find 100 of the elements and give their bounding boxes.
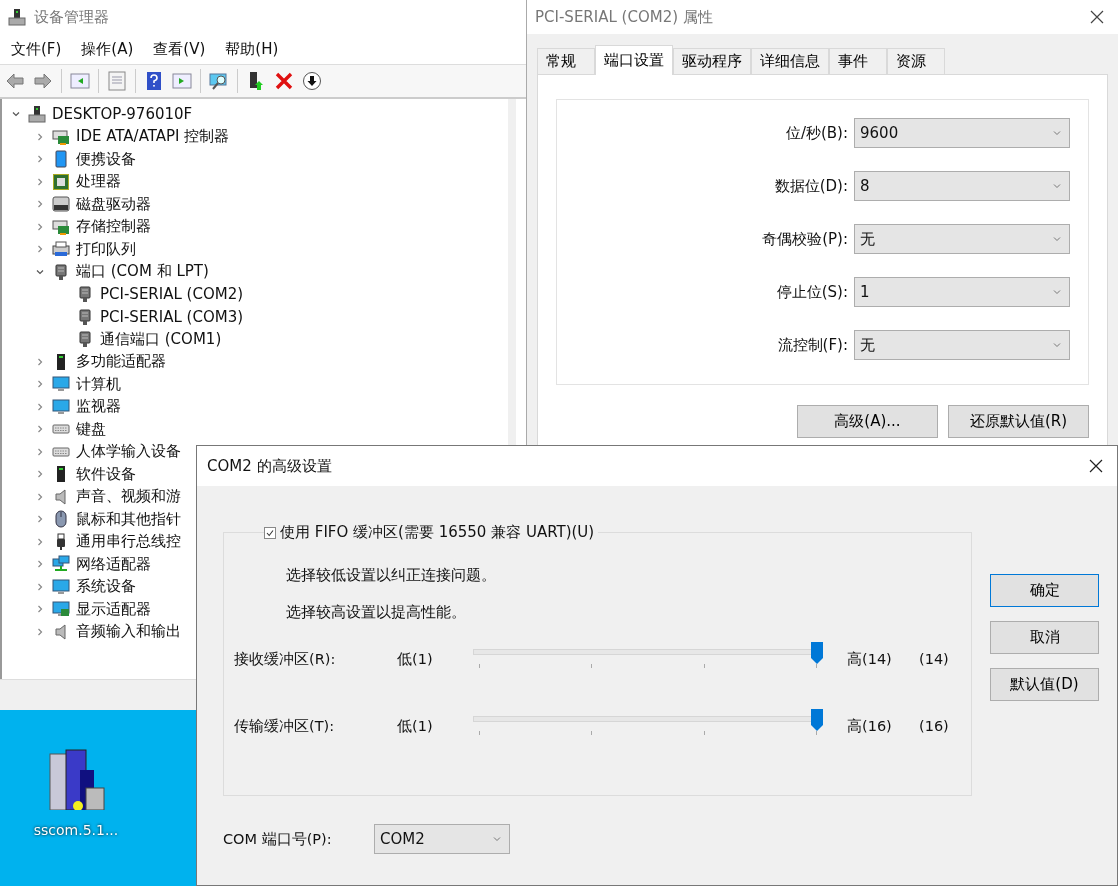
chevron-right-icon[interactable]	[35, 424, 45, 435]
tree-item[interactable]: 显示适配器	[76, 599, 151, 619]
hint-text: 选择较低设置以纠正连接问题。	[286, 566, 497, 585]
chevron-right-icon[interactable]	[35, 244, 45, 255]
tree-item[interactable]: 多功能适配器	[76, 352, 166, 372]
tab[interactable]: 驱动程序	[673, 48, 751, 74]
chevron-down-icon	[1053, 342, 1061, 348]
chevron-down-icon	[1053, 236, 1061, 242]
tab[interactable]: 常规	[537, 48, 595, 74]
circuit-board-icon	[52, 127, 70, 146]
slider-max-label: 高(16)	[847, 716, 893, 736]
tree-item[interactable]: 网络适配器	[76, 554, 151, 574]
checkbox[interactable]	[264, 526, 276, 539]
menu-item[interactable]: 帮助(H)	[225, 39, 279, 59]
dialog-button[interactable]: 取消	[990, 621, 1099, 654]
connector-icon	[76, 285, 94, 304]
window-title: 设备管理器	[34, 7, 109, 27]
network-icon	[52, 555, 70, 574]
tree-item[interactable]: 磁盘驱动器	[76, 194, 151, 214]
dialog-button[interactable]: 确定	[990, 574, 1099, 607]
field-label: 数据位(D):	[774, 176, 848, 196]
tree-item[interactable]: 便携设备	[76, 149, 136, 169]
tree-item[interactable]: DESKTOP-976010F	[52, 105, 193, 124]
menu-item[interactable]: 操作(A)	[81, 39, 134, 59]
printer-icon	[52, 240, 70, 259]
chevron-right-icon[interactable]	[35, 131, 45, 142]
dropdown[interactable]: 1	[854, 277, 1070, 307]
chevron-right-icon[interactable]	[35, 379, 45, 390]
panel-icon[interactable]	[70, 71, 90, 91]
tab[interactable]: 详细信息	[751, 48, 829, 74]
slider-thumb[interactable]	[811, 709, 823, 731]
slider-thumb[interactable]	[811, 642, 823, 664]
chevron-right-icon[interactable]	[35, 514, 45, 525]
chevron-right-icon[interactable]	[35, 446, 45, 457]
computer-icon	[28, 105, 46, 124]
dropdown[interactable]: 无	[854, 330, 1070, 360]
chevron-right-icon[interactable]	[35, 221, 45, 232]
tab[interactable]: 资源	[887, 48, 945, 74]
tree-item[interactable]: 处理器	[76, 172, 121, 192]
chevron-right-icon[interactable]	[35, 176, 45, 187]
monitor-icon	[52, 577, 70, 596]
chevron-right-icon[interactable]	[35, 491, 45, 502]
forward-arrow-icon[interactable]	[33, 71, 53, 91]
dropdown[interactable]: 8	[854, 171, 1070, 201]
buildings-icon[interactable]	[46, 748, 106, 810]
slider-min-label: 低(1)	[397, 716, 434, 736]
close-icon[interactable]	[1090, 10, 1104, 24]
dropdown[interactable]: 无	[854, 224, 1070, 254]
close-icon[interactable]	[1089, 459, 1103, 473]
tree-item[interactable]: 打印队列	[76, 239, 136, 259]
panel-icon[interactable]	[172, 71, 192, 91]
tree-item[interactable]: PCI-SERIAL (COM2)	[100, 285, 244, 304]
chevron-right-icon[interactable]	[35, 356, 45, 367]
dropdown[interactable]: 9600	[854, 118, 1070, 148]
computer-icon	[8, 8, 26, 26]
monitor-search-icon[interactable]	[209, 71, 229, 91]
chevron-right-icon[interactable]	[35, 199, 45, 210]
tree-item[interactable]: PCI-SERIAL (COM3)	[100, 307, 244, 326]
connector-icon	[76, 330, 94, 349]
tree-item[interactable]: 人体学输入设备	[76, 442, 181, 462]
menu-item[interactable]: 文件(F)	[11, 39, 62, 59]
tab[interactable]: 端口设置	[595, 45, 673, 75]
dialog-button[interactable]: 还原默认值(R)	[948, 405, 1089, 438]
tree-item[interactable]: 通用串行总线控	[76, 532, 181, 552]
chevron-right-icon[interactable]	[35, 626, 45, 637]
mouse-icon	[52, 510, 70, 529]
back-arrow-icon[interactable]	[5, 71, 25, 91]
hint-text: 选择较高设置以提高性能。	[286, 603, 467, 622]
tree-item[interactable]: 监视器	[76, 397, 121, 417]
tree-item[interactable]: 软件设备	[76, 464, 136, 484]
field-label: 停止位(S):	[776, 282, 848, 302]
tree-item[interactable]: 存储控制器	[76, 217, 151, 237]
tab[interactable]: 事件	[829, 48, 887, 74]
dropdown[interactable]: COM2	[374, 824, 510, 854]
chevron-right-icon[interactable]	[35, 469, 45, 480]
tree-item[interactable]: 系统设备	[76, 577, 136, 597]
tree-item[interactable]: 键盘	[76, 419, 106, 439]
dialog-button[interactable]: 默认值(D)	[990, 668, 1099, 701]
tree-item[interactable]: 计算机	[76, 374, 121, 394]
field-label: 奇偶校验(P):	[762, 229, 848, 249]
chevron-right-icon[interactable]	[35, 536, 45, 547]
chevron-right-icon[interactable]	[35, 581, 45, 592]
slider-label: 传输缓冲区(T):	[234, 716, 336, 736]
tree-item[interactable]: 通信端口 (COM1)	[100, 329, 222, 349]
chevron-right-icon[interactable]	[35, 154, 45, 165]
tree-item[interactable]: 音频输入和输出	[76, 622, 181, 642]
tree-item[interactable]: 端口 (COM 和 LPT)	[76, 262, 209, 282]
menu-item[interactable]: 查看(V)	[153, 39, 206, 59]
dialog-button[interactable]: 高级(A)...	[797, 405, 938, 438]
chevron-right-icon[interactable]	[35, 401, 45, 412]
tree-item[interactable]: 鼠标和其他指针	[76, 509, 181, 529]
help-icon[interactable]	[144, 71, 164, 91]
document-icon[interactable]	[107, 71, 127, 91]
download-icon[interactable]	[302, 71, 322, 91]
fifo-checkbox[interactable]: 使用 FIFO 缓冲区(需要 16550 兼容 UART)(U)	[264, 523, 599, 542]
chevron-right-icon[interactable]	[35, 604, 45, 615]
tree-item[interactable]: 声音、视频和游	[76, 487, 181, 507]
chevron-right-icon[interactable]	[35, 559, 45, 570]
slider-label: 接收缓冲区(R):	[234, 649, 337, 669]
tree-item[interactable]: IDE ATA/ATAPI 控制器	[76, 127, 230, 147]
